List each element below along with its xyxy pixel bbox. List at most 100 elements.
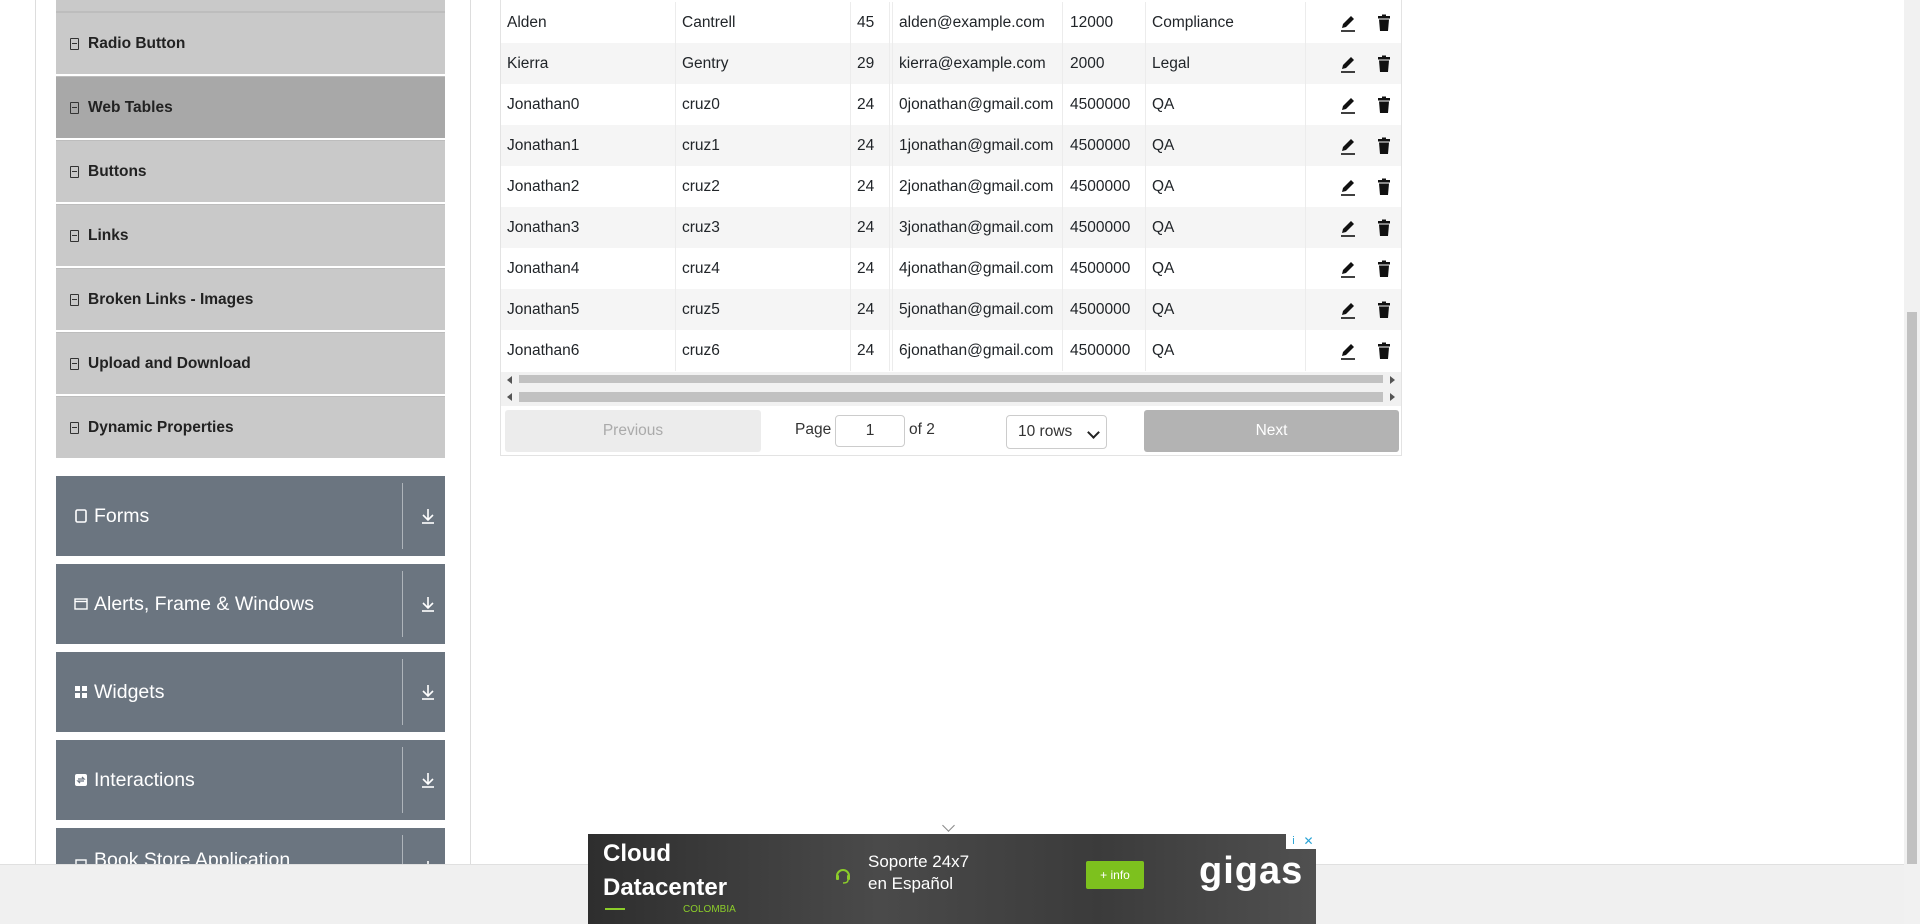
- table-row: Jonathan3 cruz3 24 3jonathan@gmail.com 45000…: [501, 207, 1401, 248]
- email-cell: 3jonathan@gmail.com: [899, 219, 1054, 236]
- delete-icon[interactable]: [1375, 96, 1393, 114]
- sidebar-item-links[interactable]: Links: [56, 204, 445, 266]
- edit-icon[interactable]: [1339, 96, 1357, 114]
- edit-icon[interactable]: [1339, 14, 1357, 32]
- column-divider: [1062, 166, 1063, 207]
- column-divider: [675, 207, 676, 248]
- menu-group-label: Interactions: [94, 768, 195, 791]
- department-cell: QA: [1152, 260, 1175, 277]
- column-divider: [889, 125, 890, 166]
- next-button[interactable]: Next: [1144, 410, 1399, 452]
- column-divider: [675, 248, 676, 289]
- delete-icon[interactable]: [1375, 342, 1393, 360]
- department-cell: QA: [1152, 96, 1175, 113]
- edit-icon[interactable]: [1339, 55, 1357, 73]
- column-divider: [892, 330, 893, 371]
- scrollbar-thumb[interactable]: [519, 375, 1383, 383]
- page-icon: [70, 101, 79, 114]
- age-cell: 24: [857, 342, 875, 359]
- edit-icon[interactable]: [1339, 137, 1357, 155]
- sidebar-item-upload-and-download[interactable]: Upload and Download: [56, 332, 445, 394]
- menu-group-forms[interactable]: Forms: [56, 476, 445, 556]
- department-cell: QA: [1152, 301, 1175, 318]
- table-row: Jonathan4 cruz4 24 4jonathan@gmail.com 45000…: [501, 248, 1401, 289]
- page-number-input[interactable]: [835, 415, 905, 447]
- group-divider: [402, 571, 403, 637]
- column-divider: [889, 2, 890, 43]
- column-divider: [1145, 2, 1146, 43]
- sidebar-item-radio-button[interactable]: Radio Button: [56, 12, 445, 74]
- salary-cell: 4500000: [1070, 260, 1131, 277]
- email-cell: 5jonathan@gmail.com: [899, 301, 1054, 318]
- menu-group-interactions[interactable]: Interactions: [56, 740, 445, 820]
- edit-icon[interactable]: [1339, 301, 1357, 319]
- ad-collapse-chevron-icon[interactable]: [942, 819, 955, 832]
- email-cell: kierra@example.com: [899, 55, 1046, 72]
- vertical-scrollbar-thumb[interactable]: [1907, 312, 1917, 864]
- download-icon[interactable]: [420, 595, 436, 613]
- scroll-right-arrow[interactable]: [1390, 393, 1395, 401]
- column-divider: [675, 84, 676, 125]
- horizontal-scrollbar-secondary[interactable]: [501, 389, 1401, 406]
- delete-icon[interactable]: [1375, 178, 1393, 196]
- menu-group-label: Widgets: [94, 680, 165, 703]
- column-divider: [850, 207, 851, 248]
- column-divider: [675, 166, 676, 207]
- scroll-right-arrow[interactable]: [1390, 376, 1395, 384]
- salary-cell: 12000: [1070, 14, 1114, 31]
- last-name-cell: cruz6: [682, 342, 720, 359]
- delete-icon[interactable]: [1375, 260, 1393, 278]
- scrollbar-thumb[interactable]: [519, 392, 1383, 402]
- delete-icon[interactable]: [1375, 301, 1393, 319]
- menu-group-alerts-frame-windows[interactable]: Alerts, Frame & Windows: [56, 564, 445, 644]
- sidebar-item-buttons[interactable]: Buttons: [56, 140, 445, 202]
- sidebar-item-dynamic-properties[interactable]: Dynamic Properties: [56, 396, 445, 458]
- delete-icon[interactable]: [1375, 55, 1393, 73]
- ad-info-button[interactable]: + info: [1086, 861, 1144, 889]
- column-divider: [850, 330, 851, 371]
- ad-close-icon[interactable]: ✕: [1301, 834, 1316, 849]
- elements-menu-list: Radio Button Web Tables Buttons Links Broken…: [56, 12, 445, 458]
- age-cell: 24: [857, 301, 875, 318]
- menu-group-widgets[interactable]: Widgets: [56, 652, 445, 732]
- column-divider: [850, 84, 851, 125]
- salary-cell: 4500000: [1070, 178, 1131, 195]
- email-cell: alden@example.com: [899, 14, 1045, 31]
- edit-icon[interactable]: [1339, 342, 1357, 360]
- rows-per-page-select[interactable]: 10 rows: [1006, 415, 1107, 449]
- delete-icon[interactable]: [1375, 14, 1393, 32]
- edit-icon[interactable]: [1339, 260, 1357, 278]
- sidebar-item-label: Links: [88, 226, 129, 244]
- download-icon[interactable]: [420, 507, 436, 525]
- page-icon: [70, 357, 79, 370]
- form-icon: [75, 509, 87, 523]
- group-divider: [402, 835, 403, 865]
- column-divider: [1305, 125, 1306, 166]
- sidebar-item-partial[interactable]: [56, 0, 445, 12]
- download-icon[interactable]: [420, 771, 436, 789]
- table-row: Jonathan0 cruz0 24 0jonathan@gmail.com 45000…: [501, 84, 1401, 125]
- delete-icon[interactable]: [1375, 219, 1393, 237]
- delete-icon[interactable]: [1375, 137, 1393, 155]
- download-icon[interactable]: [420, 683, 436, 701]
- sidebar-item-broken-links-images[interactable]: Broken Links - Images: [56, 268, 445, 330]
- column-divider: [892, 207, 893, 248]
- department-cell: Compliance: [1152, 14, 1234, 31]
- email-cell: 2jonathan@gmail.com: [899, 178, 1054, 195]
- column-divider: [1305, 2, 1306, 43]
- page-icon: [70, 293, 79, 306]
- vertical-scrollbar[interactable]: [1904, 0, 1920, 924]
- ad-banner[interactable]: Cloud Datacenter COLOMBIA Soporte 24x7 e…: [588, 834, 1316, 924]
- sidebar-item-web-tables[interactable]: Web Tables: [56, 76, 445, 138]
- previous-button[interactable]: Previous: [505, 410, 761, 452]
- edit-icon[interactable]: [1339, 178, 1357, 196]
- scroll-left-arrow[interactable]: [507, 393, 512, 401]
- column-divider: [1062, 248, 1063, 289]
- column-divider: [1145, 289, 1146, 330]
- horizontal-scrollbar[interactable]: [501, 372, 1401, 389]
- scroll-left-arrow[interactable]: [507, 376, 512, 384]
- edit-icon[interactable]: [1339, 219, 1357, 237]
- page: Radio Button Web Tables Buttons Links Broken…: [0, 0, 1904, 924]
- adchoices-icon[interactable]: i: [1286, 834, 1301, 849]
- column-divider: [1062, 43, 1063, 84]
